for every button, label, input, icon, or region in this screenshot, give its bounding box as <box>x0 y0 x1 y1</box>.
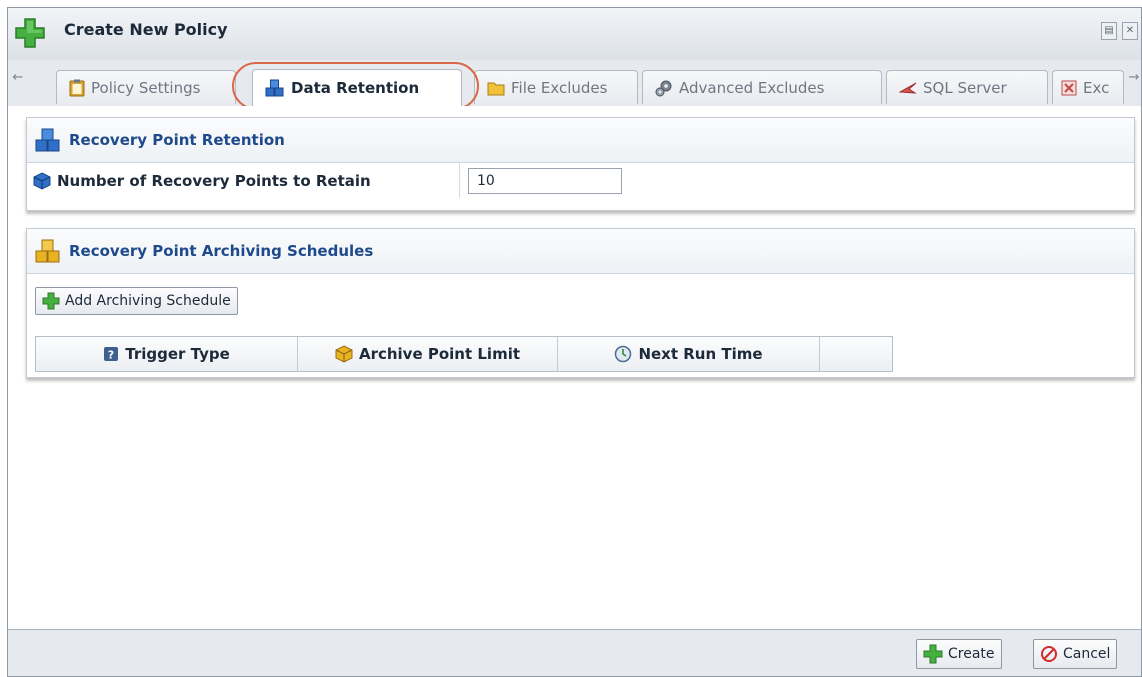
button-label: Create <box>948 646 995 662</box>
dialog-titlebar: Create New Policy ▤ ✕ <box>8 8 1141 61</box>
recovery-points-input[interactable] <box>468 167 622 194</box>
clipboard-icon <box>69 79 85 96</box>
archiving-panel-header: Recovery Point Archiving Schedules <box>27 229 1134 274</box>
column-actions <box>820 337 892 371</box>
plus-icon <box>923 644 943 664</box>
tab-label: Exc <box>1083 78 1110 97</box>
sql-server-icon <box>899 82 917 94</box>
tab-scroll-right-arrow-icon[interactable]: → <box>1128 68 1140 88</box>
tab-label: SQL Server <box>923 78 1007 97</box>
dialog-title: Create New Policy <box>64 20 228 39</box>
retention-field-label: Number of Recovery Points to Retain <box>27 163 460 198</box>
plus-icon <box>15 18 45 48</box>
button-label: Add Archiving Schedule <box>65 293 231 309</box>
column-label: Archive Point Limit <box>358 345 521 363</box>
tab-advanced-excludes[interactable]: Advanced Excludes <box>642 70 882 104</box>
maximize-button[interactable]: ▤ <box>1101 22 1117 40</box>
svg-text:?: ? <box>108 349 114 362</box>
gears-icon <box>655 80 672 96</box>
archiving-panel: Recovery Point Archiving Schedules Add A… <box>26 228 1135 378</box>
folder-icon <box>487 82 505 95</box>
tab-label: File Excludes <box>511 78 608 97</box>
tab-content: Recovery Point Retention Number of Recov… <box>8 106 1141 630</box>
column-label: Next Run Time <box>638 345 763 363</box>
exchange-icon <box>1061 80 1077 95</box>
panel-title: Recovery Point Retention <box>69 131 285 149</box>
gold-cubes-icon <box>35 239 60 263</box>
column-next-run-time[interactable]: Next Run Time <box>558 337 820 371</box>
cube-icon <box>335 345 353 363</box>
tab-label: Advanced Excludes <box>679 78 825 97</box>
tab-label: Policy Settings <box>91 78 201 97</box>
add-archiving-schedule-button[interactable]: Add Archiving Schedule <box>35 287 238 315</box>
cubes-icon <box>35 128 60 152</box>
tab-policy-settings[interactable]: Policy Settings <box>56 70 236 104</box>
retention-field-row: Number of Recovery Points to Retain <box>27 163 1134 198</box>
button-label: Cancel <box>1063 646 1111 662</box>
tab-label: Data Retention <box>291 79 420 97</box>
archiving-grid-header: ? Trigger Type Archive Point Limit Next … <box>35 336 893 372</box>
tab-strip: ← Policy Settings Data Retention File Ex… <box>8 60 1141 107</box>
tab-file-excludes[interactable]: File Excludes <box>474 70 638 104</box>
close-button[interactable]: ✕ <box>1122 22 1138 40</box>
column-label: Trigger Type <box>125 345 230 363</box>
field-label-text: Number of Recovery Points to Retain <box>57 171 371 190</box>
retention-panel: Recovery Point Retention Number of Recov… <box>26 117 1135 211</box>
panel-title: Recovery Point Archiving Schedules <box>69 242 374 260</box>
tab-sql-server[interactable]: SQL Server <box>886 70 1048 104</box>
dialog-footer: Create Cancel <box>8 629 1141 676</box>
tab-exchange[interactable]: Exc <box>1052 70 1124 104</box>
cube-icon <box>33 171 51 190</box>
create-policy-dialog: Create New Policy ▤ ✕ ← Policy Settings … <box>7 7 1142 677</box>
cancel-icon <box>1041 646 1057 662</box>
tab-scroll-left-arrow-icon[interactable]: ← <box>12 68 24 88</box>
tab-data-retention[interactable]: Data Retention <box>252 69 462 106</box>
column-archive-point-limit[interactable]: Archive Point Limit <box>298 337 558 371</box>
retention-panel-header: Recovery Point Retention <box>27 118 1134 163</box>
cubes-icon <box>265 79 284 97</box>
cancel-button[interactable]: Cancel <box>1033 639 1118 669</box>
plus-icon <box>42 292 60 310</box>
column-trigger-type[interactable]: ? Trigger Type <box>36 337 298 371</box>
clock-icon <box>615 345 632 363</box>
question-icon: ? <box>104 347 119 362</box>
create-button[interactable]: Create <box>916 639 1002 669</box>
